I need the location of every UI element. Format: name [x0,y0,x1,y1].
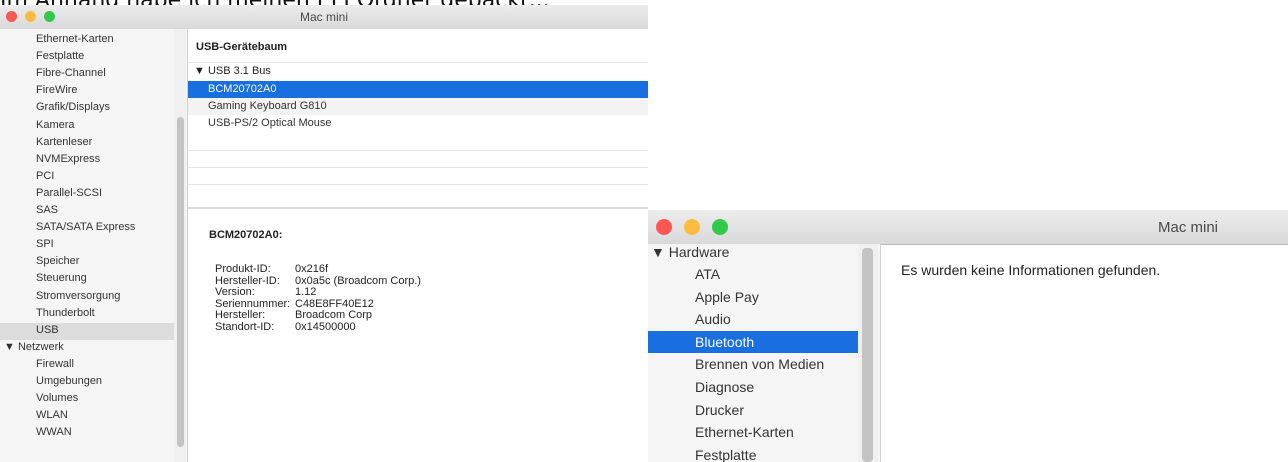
detail-value: 0x0a5c (Broadcom Corp.) [295,274,421,287]
tree-row-device[interactable]: Gaming Keyboard G810 [208,100,327,112]
sidebar-item-ata[interactable]: ATA [695,266,720,282]
sidebar-selection [0,322,174,340]
tree-row-device[interactable]: BCM20702A0 [208,83,277,95]
detail-label: Version: [215,286,255,298]
sidebar-group-hardware[interactable]: ▼ Hardware [651,244,729,260]
sidebar-item-thunderbolt[interactable]: Thunderbolt [36,307,95,319]
detail-label: Produkt-ID: [215,263,271,275]
device-detail-pane: BCM20702A0: Produkt-ID: 0x216f Hersteller-… [188,211,648,462]
sidebar-item-festplatte[interactable]: Festplatte [695,447,756,462]
sidebar-item-wlan[interactable]: WLAN [36,409,68,421]
usb-device-tree: USB-Gerätebaum ▼ USB 3.1 Bus BCM20702A0 G… [188,29,648,209]
sidebar-item-firewire[interactable]: FireWire [36,84,78,96]
sidebar-item-grafik-displays[interactable]: Grafik/Displays [36,101,110,113]
sidebar-item-speicher[interactable]: Speicher [36,255,79,267]
sidebar-item-stromversorgung[interactable]: Stromversorgung [36,290,120,302]
tree-row-device[interactable]: USB-PS/2 Optical Mouse [208,117,332,129]
sidebar-item-brennen-von-medien[interactable]: Brennen von Medien [695,356,824,372]
close-icon[interactable] [656,219,672,235]
sidebar-group-netzwerk[interactable]: ▼ Netzwerk [4,341,64,353]
detail-label: Seriennummer: [215,297,291,310]
pane-divider[interactable] [188,207,648,209]
sidebar-item-usb[interactable]: USB [36,324,59,336]
detail-value: 1.12 [295,286,317,298]
sidebar-item-sata-sata-express[interactable]: SATA/SATA Express [36,221,135,233]
sidebar-item-wwan[interactable]: WWAN [36,426,72,438]
sidebar-item-firewall[interactable]: Firewall [36,358,74,370]
content-message: Es wurden keine Informationen gefunden. [901,262,1161,278]
tree-header: USB-Gerätebaum [196,41,288,53]
sidebar-item-kartenleser[interactable]: Kartenleser [36,136,92,148]
system-info-window-usb: Mac mini Ethernet-Karten Festplatte Fibre-… [0,5,648,462]
sidebar-item-volumes[interactable]: Volumes [36,392,78,404]
sidebar: Ethernet-Karten Festplatte Fibre-Channel Fi… [0,29,188,462]
window-title: Mac mini [1157,219,1218,236]
sidebar-item-apple-pay[interactable]: Apple Pay [695,289,759,305]
sidebar-item-parallel-scsi[interactable]: Parallel-SCSI [36,187,102,199]
detail-title: BCM20702A0: [209,229,283,241]
detail-label: Hersteller: [215,309,266,321]
detail-value: C48E8FF40E12 [295,297,374,310]
sidebar-item-pci[interactable]: PCI [36,170,54,182]
sidebar-item-diagnose[interactable]: Diagnose [695,379,754,395]
detail-value: Broadcom Corp [295,309,373,321]
sidebar-item-drucker[interactable]: Drucker [695,402,744,418]
sidebar-scrollbar-thumb[interactable] [862,248,873,462]
sidebar-item-sas[interactable]: SAS [36,204,58,216]
sidebar-2: ▼ Hardware ATA Apple Pay Audio Bluetooth Bre… [648,244,881,462]
sidebar-item-audio[interactable]: Audio [695,311,731,327]
sidebar-item-bluetooth[interactable]: Bluetooth [695,334,754,350]
window-titlebar-2: Mac mini [648,210,1288,245]
sidebar-item-nvmexpress[interactable]: NVMExpress [36,153,100,165]
detail-label: Hersteller-ID: [215,274,280,287]
zoom-icon[interactable] [712,219,728,235]
sidebar-item-festplatte[interactable]: Festplatte [36,50,84,62]
minimize-icon[interactable] [684,219,700,235]
sidebar-item-fibre-channel[interactable]: Fibre-Channel [36,67,106,79]
window-title: Mac mini [299,10,348,24]
sidebar-item-steuerung[interactable]: Steuerung [36,272,87,284]
tree-root-usb-bus[interactable]: ▼ USB 3.1 Bus [194,65,271,77]
sidebar-scrollbar-thumb[interactable] [177,117,184,447]
detail-value: 0x14500000 [295,320,356,333]
detail-label: Standort-ID: [215,320,275,333]
sidebar-item-ethernet-karten[interactable]: Ethernet-Karten [695,424,794,440]
sidebar-item-ethernet-karten[interactable]: Ethernet-Karten [36,33,114,45]
system-info-window-bluetooth: Mac mini ▼ Hardware ATA Apple Pay Audio Blu… [648,210,1288,462]
detail-value: 0x216f [295,263,329,275]
sidebar-item-kamera[interactable]: Kamera [36,119,75,131]
sidebar-item-spi[interactable]: SPI [36,238,54,250]
sidebar-item-umgebungen[interactable]: Umgebungen [36,375,102,387]
window-titlebar: Mac mini [0,5,648,30]
